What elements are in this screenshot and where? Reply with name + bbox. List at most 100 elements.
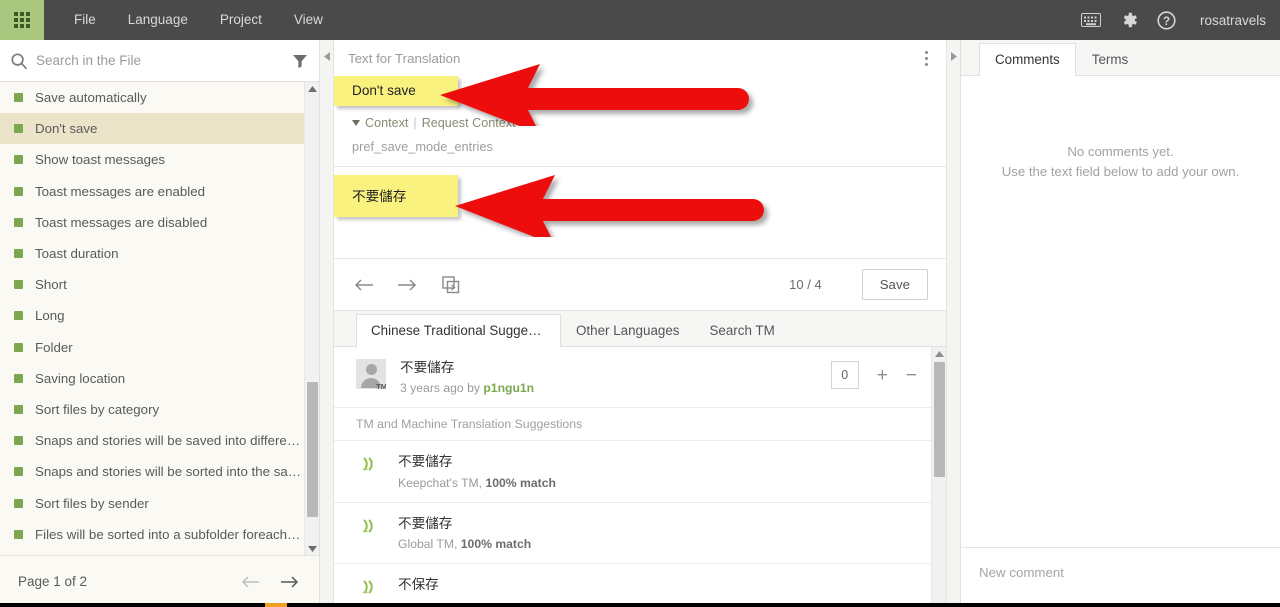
tm-suggestion-text: 不保存: [398, 577, 439, 593]
scroll-down-arrow[interactable]: [305, 542, 319, 555]
list-item[interactable]: Snaps and stories will be sorted into th…: [0, 456, 304, 487]
translation-memory-icon: [360, 516, 382, 538]
apps-grid-button[interactable]: [0, 0, 44, 40]
apps-grid-icon: [14, 12, 30, 28]
tm-source: Keepchat's TM,: [398, 475, 486, 490]
search-bar: [0, 40, 319, 82]
topbar-actions: ? rosatravels: [1080, 0, 1280, 40]
comments-empty-line2: Use the text field below to add your own…: [1001, 164, 1240, 180]
list-item-label: Saving location: [35, 370, 126, 386]
pager-buttons: [239, 572, 301, 592]
avatar-tm-badge: TM: [376, 382, 386, 389]
status-dot-icon: [14, 436, 23, 446]
status-dot-icon: [14, 249, 23, 259]
user-menu[interactable]: rosatravels: [1200, 13, 1266, 28]
list-item-label: Short: [35, 277, 67, 293]
list-item[interactable]: Show toast messages: [0, 144, 304, 175]
suggestion-age: 3 years ago by: [400, 381, 484, 396]
tm-suggestion-item[interactable]: 不保存: [334, 564, 931, 607]
tm-suggestion-meta: Global TM, 100% match: [398, 537, 917, 551]
list-item[interactable]: Long: [0, 300, 304, 331]
tm-suggestion-main: 不要儲存 Global TM, 100% match: [398, 515, 917, 551]
context-key: pref_save_mode_entries: [352, 139, 493, 154]
editor-header: Text for Translation: [334, 40, 946, 76]
context-toggle-link[interactable]: Context: [365, 116, 408, 130]
user-suggestion-item[interactable]: TM 不要儲存 3 years ago by p1ngu1n 0 + −: [334, 347, 931, 409]
list-item-label: Sort files by sender: [35, 495, 149, 511]
search-icon: [10, 52, 28, 70]
list-item[interactable]: Sort files by sender: [0, 487, 304, 518]
list-item[interactable]: Toast messages are enabled: [0, 176, 304, 207]
target-text-block[interactable]: 不要儲存: [334, 167, 946, 259]
arrow-left-icon[interactable]: [239, 572, 261, 592]
scroll-up-arrow[interactable]: [932, 347, 946, 360]
collapse-right-handle[interactable]: [946, 40, 960, 607]
keyboard-icon[interactable]: [1080, 9, 1102, 31]
list-item-label: Toast duration: [35, 246, 119, 262]
vote-down-button[interactable]: −: [906, 366, 917, 385]
tm-match: 100% match: [485, 475, 556, 490]
search-input[interactable]: [36, 53, 283, 68]
list-item[interactable]: Sort files by category: [0, 394, 304, 425]
list-item-label: Save automatically: [35, 90, 147, 106]
target-text[interactable]: 不要儲存: [334, 175, 458, 217]
tab-chinese-traditional-suggestions[interactable]: Chinese Traditional Suggestio...: [356, 314, 561, 347]
tab-comments[interactable]: Comments: [979, 43, 1076, 76]
more-options-icon[interactable]: [921, 47, 932, 70]
copy-source-icon[interactable]: [440, 274, 462, 296]
strings-list-wrap: Save automatically Don't save Show toast m…: [0, 82, 319, 555]
list-item-label: Long: [35, 308, 65, 324]
suggestions-scrollbar[interactable]: [931, 347, 946, 607]
sidebar-scroll-thumb[interactable]: [307, 382, 318, 517]
avatar: TM: [356, 359, 386, 389]
suggestions-wrap: TM 不要儲存 3 years ago by p1ngu1n 0 + − TM …: [334, 347, 946, 607]
list-item[interactable]: Toast duration: [0, 238, 304, 269]
chevron-down-icon[interactable]: [352, 120, 360, 126]
list-item[interactable]: Save automatically: [0, 82, 304, 113]
save-button[interactable]: Save: [861, 269, 928, 300]
previous-string-icon[interactable]: [352, 274, 374, 296]
comments-empty-state: No comments yet. Use the text field belo…: [961, 76, 1280, 547]
list-item-label: Don't save: [35, 121, 98, 137]
gear-icon[interactable]: [1118, 9, 1140, 31]
list-item[interactable]: Files will be sorted into a subfolder fo…: [0, 519, 304, 550]
list-item[interactable]: Folder: [0, 332, 304, 363]
list-item[interactable]: Short: [0, 269, 304, 300]
collapse-left-handle[interactable]: [320, 40, 334, 607]
tab-search-tm[interactable]: Search TM: [694, 314, 789, 347]
menu-item-view[interactable]: View: [278, 0, 339, 40]
next-string-icon[interactable]: [396, 274, 418, 296]
list-item[interactable]: Toast messages are disabled: [0, 207, 304, 238]
file-strings-sidebar: Save automatically Don't save Show toast m…: [0, 40, 320, 607]
translation-memory-icon: [360, 577, 382, 599]
tab-other-languages[interactable]: Other Languages: [561, 314, 694, 347]
status-dot-icon: [14, 280, 23, 290]
status-dot-icon: [14, 186, 23, 196]
status-dot-icon: [14, 93, 23, 103]
list-item[interactable]: Don't save: [0, 113, 304, 145]
tm-suggestion-item[interactable]: 不要儲存 Global TM, 100% match: [334, 503, 931, 565]
menu-item-file[interactable]: File: [58, 0, 112, 40]
list-item-label: Toast messages are disabled: [35, 214, 208, 230]
request-context-link[interactable]: Request Context: [422, 116, 516, 130]
list-item[interactable]: Saving location: [0, 363, 304, 394]
arrow-right-icon[interactable]: [279, 572, 301, 592]
tab-terms[interactable]: Terms: [1076, 43, 1144, 76]
status-dot-icon: [14, 498, 23, 508]
sidebar-scrollbar[interactable]: [304, 82, 319, 555]
list-item[interactable]: Snaps and stories will be saved into dif…: [0, 425, 304, 456]
user-suggestion-meta: 3 years ago by p1ngu1n: [400, 381, 831, 395]
vote-up-button[interactable]: +: [877, 366, 888, 385]
new-comment-input[interactable]: [979, 565, 1262, 580]
menu-item-project[interactable]: Project: [204, 0, 278, 40]
suggestions-scroll-thumb[interactable]: [934, 362, 945, 477]
suggestion-author[interactable]: p1ngu1n: [483, 381, 534, 395]
help-icon[interactable]: ?: [1156, 9, 1178, 31]
menu-item-language[interactable]: Language: [112, 0, 204, 40]
app-body: Save automatically Don't save Show toast m…: [0, 40, 1280, 607]
comments-tabs: Comments Terms: [961, 40, 1280, 76]
list-item-label: Folder: [35, 339, 73, 355]
tm-suggestion-item[interactable]: 不要儲存 Keepchat's TM, 100% match: [334, 441, 931, 503]
filter-icon[interactable]: [291, 52, 309, 70]
scroll-up-arrow[interactable]: [305, 82, 319, 95]
